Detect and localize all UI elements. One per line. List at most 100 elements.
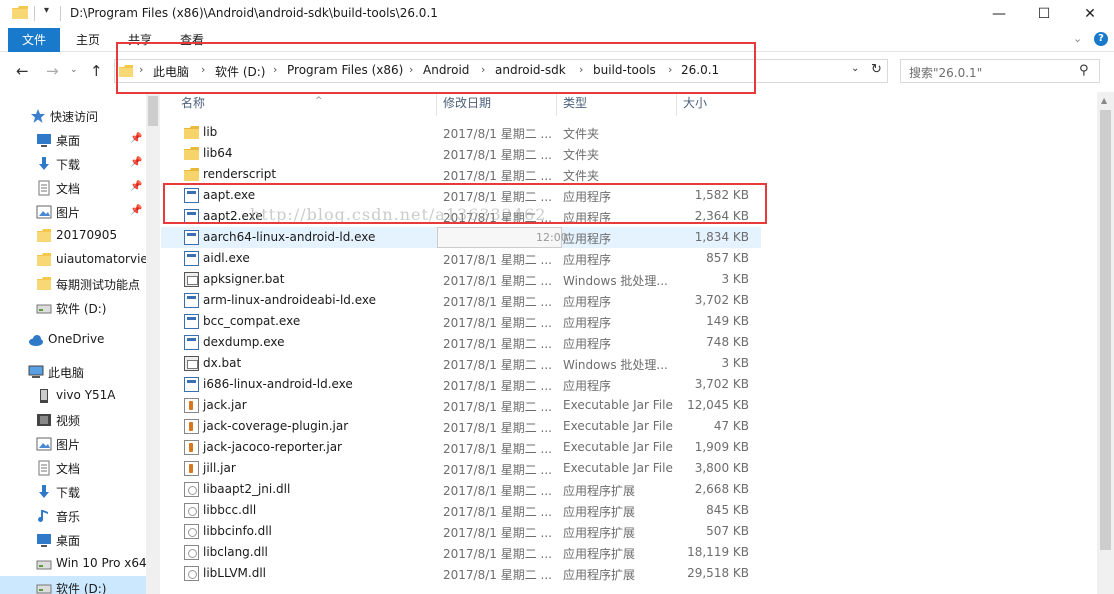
file-date: 2017/8/1 星期二 ... bbox=[443, 169, 552, 183]
refresh-icon[interactable]: ↻ bbox=[871, 62, 882, 77]
file-row[interactable]: dx.bat 2017/8/1 星期二 ... Windows 批处理... 3 KB bbox=[161, 353, 761, 374]
file-row[interactable]: lib64 2017/8/1 星期二 ... 文件夹 bbox=[161, 143, 761, 164]
breadcrumb-separator[interactable]: › bbox=[481, 63, 485, 76]
file-row[interactable]: lib 2017/8/1 星期二 ... 文件夹 bbox=[161, 122, 761, 143]
tab-share[interactable]: 共享 bbox=[116, 28, 164, 52]
sidebar-item[interactable]: Win 10 Pro x64 bbox=[0, 552, 160, 576]
file-size: 845 KB bbox=[706, 503, 749, 517]
file-type: Executable Jar File bbox=[563, 440, 673, 454]
sidebar-item-label: 音乐 bbox=[56, 510, 81, 524]
sidebar-item[interactable]: vivo Y51A bbox=[0, 384, 160, 408]
ribbon-collapse-icon[interactable]: ⌄ bbox=[1073, 32, 1082, 45]
sidebar-item[interactable]: 桌面 bbox=[0, 528, 160, 552]
sidebar-item-label: 文档 bbox=[56, 462, 81, 476]
file-row[interactable]: i686-linux-android-ld.exe 2017/8/1 星期二 ..… bbox=[161, 374, 761, 395]
sidebar-item[interactable]: 图片 bbox=[0, 432, 160, 456]
maximize-button[interactable]: ☐ bbox=[1021, 0, 1067, 28]
file-row[interactable]: libbcinfo.dll 2017/8/1 星期二 ... 应用程序扩展 507 K… bbox=[161, 521, 761, 542]
address-dropdown-icon[interactable]: ⌄ bbox=[851, 63, 859, 74]
breadcrumb-separator[interactable]: › bbox=[409, 63, 413, 76]
breadcrumb-drive-d[interactable]: 软件 (D:) bbox=[215, 63, 265, 80]
sidebar-item-label: Win 10 Pro x64 bbox=[56, 556, 147, 570]
file-type: 应用程序扩展 bbox=[563, 526, 636, 540]
sidebar-item[interactable]: 每期测试功能点 bbox=[0, 272, 160, 296]
sidebar-item[interactable]: 下载 bbox=[0, 480, 160, 504]
sidebar-item[interactable]: 快速访问 bbox=[0, 104, 160, 128]
sidebar-item[interactable]: 软件 (D:) bbox=[0, 576, 160, 594]
forward-button[interactable]: → bbox=[46, 62, 59, 80]
file-row[interactable]: jack.jar 2017/8/1 星期二 ... Executable Jar F… bbox=[161, 395, 761, 416]
breadcrumb-26-0-1[interactable]: 26.0.1 bbox=[681, 63, 719, 77]
file-row[interactable]: libLLVM.dll 2017/8/1 星期二 ... 应用程序扩展 29,518 … bbox=[161, 563, 761, 584]
sidebar-item[interactable]: OneDrive bbox=[0, 328, 160, 352]
vertical-scrollbar-thumb[interactable] bbox=[1100, 110, 1111, 550]
sidebar-scrollbar-thumb[interactable] bbox=[148, 96, 158, 126]
sidebar-item[interactable]: 文档 📌 bbox=[0, 176, 160, 200]
document-icon bbox=[36, 180, 52, 196]
sidebar-item[interactable]: 音乐 bbox=[0, 504, 160, 528]
file-row[interactable]: apksigner.bat 2017/8/1 星期二 ... Windows 批处理… bbox=[161, 269, 761, 290]
file-size: 2,364 KB bbox=[694, 209, 749, 223]
file-row[interactable]: aapt.exe 2017/8/1 星期二 ... 应用程序 1,582 KB bbox=[161, 185, 761, 206]
breadcrumb-separator[interactable]: › bbox=[579, 63, 583, 76]
file-row[interactable]: libaapt2_jni.dll 2017/8/1 星期二 ... 应用程序扩展 2,… bbox=[161, 479, 761, 500]
tab-file[interactable]: 文件 bbox=[8, 28, 60, 52]
breadcrumb-separator[interactable]: › bbox=[139, 63, 143, 76]
breadcrumb-separator[interactable]: › bbox=[273, 63, 277, 76]
file-row[interactable]: aidl.exe 2017/8/1 星期二 ... 应用程序 857 KB bbox=[161, 248, 761, 269]
file-row[interactable]: jack-jacoco-reporter.jar 2017/8/1 星期二 ...… bbox=[161, 437, 761, 458]
column-header-size-label: 大小 bbox=[683, 96, 708, 110]
search-input[interactable]: 搜索"26.0.1" ⚲ bbox=[900, 59, 1100, 83]
sidebar-item[interactable]: 文档 bbox=[0, 456, 160, 480]
file-size: 3,702 KB bbox=[694, 293, 749, 307]
sidebar-item[interactable]: 桌面 📌 bbox=[0, 128, 160, 152]
column-header-type[interactable]: 类型 bbox=[557, 92, 677, 116]
sidebar-item[interactable]: 此电脑 bbox=[0, 360, 160, 384]
file-type: 应用程序 bbox=[563, 190, 612, 204]
breadcrumb-this-pc[interactable]: 此电脑 bbox=[153, 63, 189, 80]
up-button[interactable]: ↑ bbox=[90, 62, 103, 80]
video-icon bbox=[36, 412, 52, 428]
back-button[interactable]: ← bbox=[16, 62, 29, 80]
file-size: 3 KB bbox=[721, 356, 749, 370]
file-row[interactable]: jill.jar 2017/8/1 星期二 ... Executable Jar F… bbox=[161, 458, 761, 479]
breadcrumb-separator[interactable]: › bbox=[201, 63, 205, 76]
sidebar-item[interactable]: 视频 bbox=[0, 408, 160, 432]
sidebar-item[interactable]: 软件 (D:) bbox=[0, 296, 160, 320]
scroll-up-icon[interactable]: ▲ bbox=[1101, 96, 1107, 105]
sidebar-item[interactable]: 20170905 bbox=[0, 224, 160, 248]
file-row[interactable]: bcc_compat.exe 2017/8/1 星期二 ... 应用程序 149 KB bbox=[161, 311, 761, 332]
file-name: lib bbox=[203, 125, 218, 139]
search-placeholder: 搜索"26.0.1" bbox=[909, 66, 983, 80]
tab-home[interactable]: 主页 bbox=[64, 28, 112, 52]
file-row[interactable]: libbcc.dll 2017/8/1 星期二 ... 应用程序扩展 845 KB bbox=[161, 500, 761, 521]
file-type: 应用程序扩展 bbox=[563, 547, 636, 561]
tab-view[interactable]: 查看 bbox=[168, 28, 216, 52]
sidebar-item[interactable]: 图片 📌 bbox=[0, 200, 160, 224]
breadcrumb-program-files[interactable]: Program Files (x86) bbox=[287, 63, 403, 77]
sidebar-item[interactable]: uiautomatorvie bbox=[0, 248, 160, 272]
quick-access-dropdown-icon[interactable]: ▾ bbox=[44, 5, 49, 16]
sidebar-item[interactable]: 下载 📌 bbox=[0, 152, 160, 176]
breadcrumb-build-tools[interactable]: build-tools bbox=[593, 63, 656, 77]
address-bar[interactable]: › 此电脑 › 软件 (D:) › Program Files (x86) › … bbox=[114, 59, 888, 83]
column-header-date[interactable]: 修改日期 bbox=[437, 92, 557, 116]
column-header-size[interactable]: 大小 bbox=[677, 92, 757, 116]
breadcrumb-android-sdk[interactable]: android-sdk bbox=[495, 63, 566, 77]
column-header-name[interactable]: ^ 名称 bbox=[175, 92, 437, 116]
file-row[interactable]: arm-linux-androideabi-ld.exe 2017/8/1 星期二… bbox=[161, 290, 761, 311]
breadcrumb-separator[interactable]: › bbox=[668, 63, 672, 76]
search-icon[interactable]: ⚲ bbox=[1079, 63, 1089, 78]
title-separator bbox=[60, 6, 61, 21]
breadcrumb-android[interactable]: Android bbox=[423, 63, 469, 77]
minimize-button[interactable]: — bbox=[976, 0, 1022, 28]
recent-locations-icon[interactable]: ⌄ bbox=[70, 65, 78, 75]
sidebar-scrollbar[interactable] bbox=[146, 92, 160, 594]
hover-tooltip: 12:00 bbox=[437, 227, 568, 248]
close-button[interactable]: ✕ bbox=[1067, 0, 1113, 28]
help-icon[interactable]: ? bbox=[1094, 32, 1108, 46]
file-row[interactable]: jack-coverage-plugin.jar 2017/8/1 星期二 ...… bbox=[161, 416, 761, 437]
file-row[interactable]: renderscript 2017/8/1 星期二 ... 文件夹 bbox=[161, 164, 761, 185]
file-row[interactable]: libclang.dll 2017/8/1 星期二 ... 应用程序扩展 18,119… bbox=[161, 542, 761, 563]
file-row[interactable]: dexdump.exe 2017/8/1 星期二 ... 应用程序 748 KB bbox=[161, 332, 761, 353]
